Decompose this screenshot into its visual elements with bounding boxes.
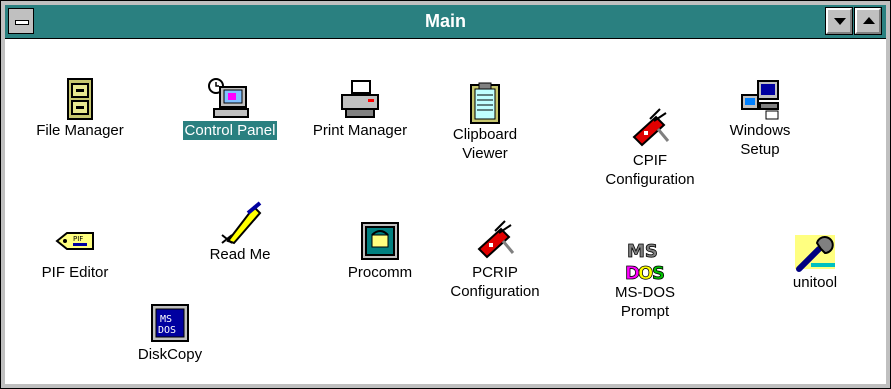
program-item-diskcopy[interactable]: MS DOS DiskCopy bbox=[115, 301, 225, 364]
swiss-knife-icon bbox=[477, 220, 515, 259]
wrench-icon bbox=[795, 235, 835, 272]
pif-tag-icon: PIF bbox=[55, 232, 94, 250]
computer-clock-icon bbox=[208, 78, 249, 118]
program-item-procomm[interactable]: Procomm bbox=[325, 219, 435, 282]
computer-setup-icon bbox=[741, 80, 779, 120]
program-item-print-manager[interactable]: Print Manager bbox=[295, 77, 425, 140]
program-item-label: PIF Editor bbox=[41, 264, 109, 281]
telephone-window-icon bbox=[361, 222, 399, 260]
program-item-windows-setup[interactable]: Windows Setup bbox=[705, 77, 815, 159]
svg-text:DOS: DOS bbox=[158, 325, 176, 336]
file-cabinet-icon bbox=[67, 78, 93, 120]
program-item-control-panel[interactable]: Control Panel bbox=[165, 77, 295, 140]
program-item-pif-editor[interactable]: PIF PIF Editor bbox=[20, 219, 130, 282]
printer-icon bbox=[341, 80, 379, 118]
program-item-cpif-configuration[interactable]: CPIF Configuration bbox=[580, 107, 720, 189]
program-item-label: File Manager bbox=[36, 122, 124, 139]
ms-dos-disk-icon: MS DOS bbox=[151, 304, 189, 342]
program-item-label: Control Panel bbox=[182, 121, 278, 140]
program-item-clipboard-viewer[interactable]: Clipboard Viewer bbox=[430, 81, 540, 163]
minimize-arrow-icon bbox=[834, 18, 846, 25]
program-item-label: Windows Setup bbox=[729, 122, 791, 158]
window-title: Main bbox=[424, 11, 466, 31]
program-item-file-manager[interactable]: File Manager bbox=[25, 77, 135, 140]
maximize-arrow-icon bbox=[863, 17, 875, 24]
program-item-label: DiskCopy bbox=[137, 346, 203, 363]
svg-text:PIF: PIF bbox=[73, 235, 83, 243]
program-item-label: CPIF Configuration bbox=[605, 152, 695, 188]
program-item-pcrip-configuration[interactable]: PCRIP Configuration bbox=[425, 219, 565, 301]
program-item-label: Clipboard Viewer bbox=[452, 126, 518, 162]
program-item-label: Read Me bbox=[209, 246, 271, 263]
maximize-button[interactable] bbox=[854, 7, 882, 35]
clipboard-icon bbox=[470, 82, 500, 124]
svg-text:MS: MS bbox=[160, 314, 172, 325]
program-item-label: PCRIP Configuration bbox=[450, 264, 540, 300]
svg-text:S: S bbox=[652, 263, 665, 283]
program-item-read-me[interactable]: Read Me bbox=[185, 201, 295, 264]
program-items-area: File Manager Control Panel Print Manager… bbox=[5, 39, 886, 384]
pen-nib-icon bbox=[221, 201, 262, 245]
ms-dos-logo-icon: MS D O S bbox=[625, 241, 666, 283]
swiss-knife-icon bbox=[632, 108, 670, 147]
program-item-unitool[interactable]: unitool bbox=[760, 229, 870, 292]
program-group-window: Main File Manager Control Panel Print Ma… bbox=[0, 0, 891, 389]
program-item-label: unitool bbox=[792, 274, 838, 291]
svg-text:MS: MS bbox=[627, 241, 658, 262]
minimize-button[interactable] bbox=[825, 7, 853, 35]
title-bar[interactable]: Main bbox=[5, 5, 886, 39]
program-item-label: Procomm bbox=[347, 264, 413, 281]
program-item-label: MS-DOS Prompt bbox=[615, 284, 675, 320]
program-item-ms-dos-prompt[interactable]: MS D O S MS-DOS Prompt bbox=[590, 239, 700, 321]
program-item-label: Print Manager bbox=[312, 122, 408, 139]
